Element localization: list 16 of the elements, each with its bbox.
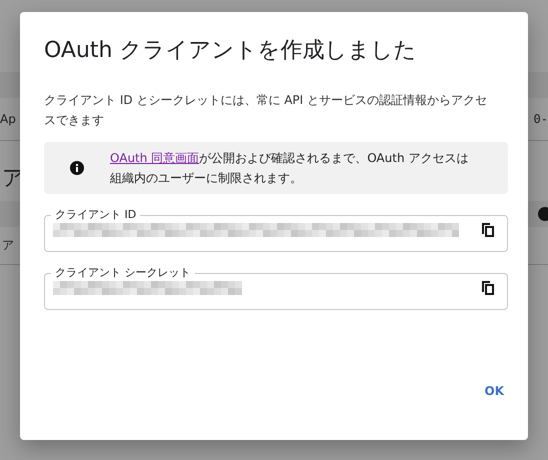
help-icon[interactable] — [538, 207, 548, 221]
table-cell: ア — [2, 238, 14, 252]
ok-button[interactable]: OK — [480, 376, 508, 406]
consent-screen-link[interactable]: OAuth 同意画面 — [110, 151, 200, 165]
dialog-title: OAuth クライアントを作成しました — [44, 37, 418, 65]
copy-icon[interactable] — [481, 222, 495, 238]
notice-text: OAuth 同意画面が公開および確認されるまで、OAuth アクセスは組織内のユーザーに制限されます。 — [110, 150, 470, 187]
info-icon — [70, 161, 84, 175]
text-field[interactable]: クライアント ID — [44, 208, 508, 252]
field-label: クライアント シークレット — [54, 266, 192, 280]
field-label: クライアント ID — [54, 208, 138, 222]
dialog-description: クライアント ID とシークレットには、常に API とサービスの認証情報からアクセスできます — [44, 92, 488, 129]
table-cell: Ap — [0, 112, 16, 126]
table-cell: 0- — [534, 112, 548, 126]
copy-icon[interactable] — [481, 280, 495, 296]
text-field[interactable]: クライアント シークレット — [44, 266, 508, 310]
